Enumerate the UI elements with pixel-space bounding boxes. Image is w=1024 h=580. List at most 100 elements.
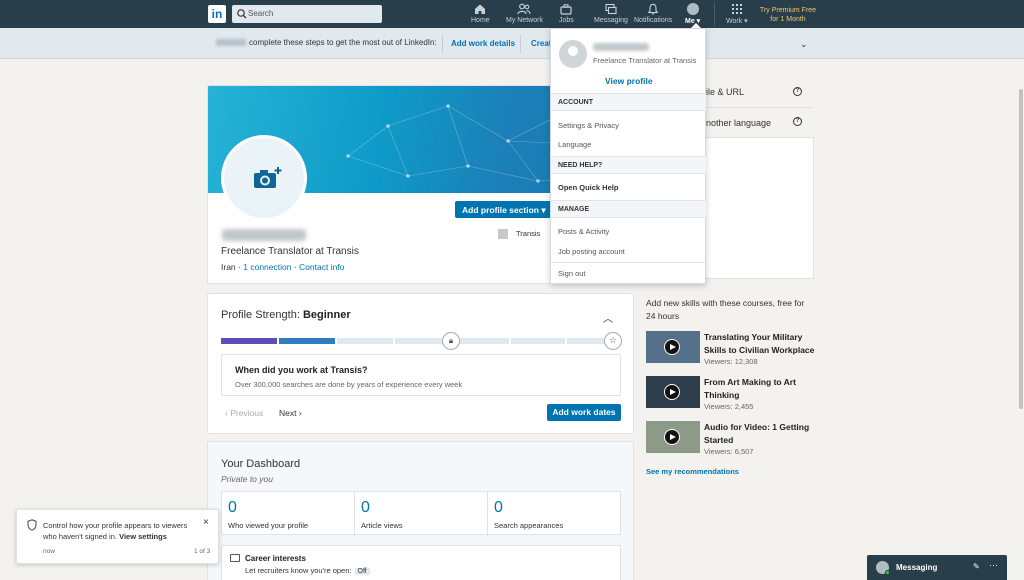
banner-user-name-blurred xyxy=(216,39,246,46)
quick-help-link[interactable]: Open Quick Help xyxy=(558,183,618,192)
nav-notifications[interactable]: Notifications xyxy=(634,3,672,24)
nav-me[interactable]: Me ▾ xyxy=(685,3,700,25)
section-manage: MANAGE xyxy=(551,200,706,218)
camera-icon xyxy=(254,167,282,188)
dashboard-title: Your Dashboard xyxy=(221,458,301,470)
strength-segment xyxy=(453,338,509,344)
contact-info-link[interactable]: Contact info xyxy=(299,262,344,272)
privacy-toast: Control how your profile appears to view… xyxy=(16,509,219,564)
dashboard-stats: 0 Who viewed your profile 0 Article view… xyxy=(221,491,621,536)
stat-search-appearances[interactable]: 0 Search appearances xyxy=(488,492,621,536)
messaging-label: Messaging xyxy=(896,563,938,572)
me-dropdown-menu: Freelance Translator at Transis View pro… xyxy=(550,28,706,284)
course-item[interactable]: From Art Making to Art Thinking Viewers:… xyxy=(646,376,821,412)
next-button[interactable]: Next › xyxy=(279,408,302,418)
dropdown-headline: Freelance Translator at Transis xyxy=(593,56,697,65)
nav-messaging-label: Messaging xyxy=(594,17,628,24)
current-company[interactable]: Transis xyxy=(498,229,540,240)
add-work-details-link[interactable]: Add work details xyxy=(451,39,515,48)
help-icon[interactable]: ? xyxy=(793,87,802,96)
network-icon xyxy=(517,3,532,15)
nav-work-label: Work ▾ xyxy=(726,18,748,25)
premium-link[interactable]: Try Premium Free for 1 Month xyxy=(755,6,821,24)
stat-profile-views[interactable]: 0 Who viewed your profile xyxy=(222,492,355,536)
work-subtext: Over 300,000 searches are done by years … xyxy=(235,380,463,389)
course-thumbnail xyxy=(646,376,700,408)
see-recommendations-link[interactable]: See my recommendations xyxy=(646,467,739,476)
job-posting-link[interactable]: Job posting account xyxy=(558,247,625,256)
stat-value: 0 xyxy=(228,499,237,516)
banner-text: complete these steps to get the most out… xyxy=(249,38,437,47)
work-prompt-box: When did you work at Transis? Over 300,0… xyxy=(221,354,621,396)
linkedin-logo[interactable]: in xyxy=(208,5,226,23)
company-logo xyxy=(498,229,508,240)
nav-my-network-label: My Network xyxy=(506,17,543,24)
sign-out-link[interactable]: Sign out xyxy=(558,269,586,278)
star-icon: ☆ xyxy=(604,332,622,350)
course-viewers: Viewers: 2,455 xyxy=(704,402,754,411)
stat-label: Article views xyxy=(361,521,403,530)
profile-photo-upload[interactable] xyxy=(221,135,307,221)
strength-segment xyxy=(511,338,565,344)
search-input[interactable]: Search xyxy=(232,5,382,23)
posts-activity-link[interactable]: Posts & Activity xyxy=(558,227,609,236)
connections-link[interactable]: 1 connection xyxy=(243,262,291,272)
page-scrollbar[interactable] xyxy=(1018,59,1024,580)
more-icon[interactable]: ··· xyxy=(989,560,998,570)
lock-icon: 🔒︎ xyxy=(442,332,460,350)
view-profile-link[interactable]: View profile xyxy=(605,76,653,86)
course-item[interactable]: Translating Your Military Skills to Civi… xyxy=(646,331,821,367)
online-status-dot xyxy=(885,570,890,575)
settings-privacy-link[interactable]: Settings & Privacy xyxy=(558,121,619,130)
add-language-profile-link[interactable]: nother language xyxy=(706,118,771,128)
grid-icon xyxy=(731,4,742,14)
banner-divider xyxy=(520,35,521,53)
stat-label: Who viewed your profile xyxy=(228,521,309,530)
course-thumbnail xyxy=(646,331,700,363)
nav-my-network[interactable]: My Network xyxy=(506,3,543,24)
briefcase-icon xyxy=(230,554,240,562)
nav-home[interactable]: Home xyxy=(471,3,490,24)
close-icon[interactable]: × xyxy=(203,517,209,528)
top-navbar: in Search Home My Network Jobs Messaging… xyxy=(0,0,1024,28)
banner-divider xyxy=(442,35,443,53)
dropdown-name-blurred xyxy=(593,43,649,51)
messaging-icon xyxy=(605,3,617,15)
edit-public-profile-link[interactable]: ile & URL xyxy=(706,87,744,97)
divider xyxy=(551,262,706,263)
nav-messaging[interactable]: Messaging xyxy=(594,3,628,24)
chevron-up-icon[interactable]: ︿ xyxy=(603,310,613,325)
view-settings-link[interactable]: View settings xyxy=(119,532,167,541)
add-work-dates-button[interactable]: Add work dates xyxy=(547,404,621,421)
nav-work[interactable]: Work ▾ xyxy=(726,3,748,25)
profile-name-blurred xyxy=(222,229,306,241)
courses-heading: Add new skills with these courses, free … xyxy=(646,298,805,321)
compose-icon[interactable]: ✎ xyxy=(973,562,980,571)
play-icon xyxy=(664,339,680,355)
career-interests[interactable]: Career interests Let recruiters know you… xyxy=(221,545,621,580)
strength-segment xyxy=(279,338,335,344)
career-desc: Let recruiters know you're open: Off xyxy=(245,566,370,575)
premium-line1: Try Premium Free xyxy=(759,7,817,14)
nav-jobs[interactable]: Jobs xyxy=(559,3,574,24)
separator-dot: · xyxy=(293,262,297,272)
previous-button[interactable]: ‹ Previous xyxy=(225,408,263,418)
nav-notifications-label: Notifications xyxy=(634,17,673,24)
onboarding-banner: complete these steps to get the most out… xyxy=(0,28,1024,59)
profile-strength-title: Profile Strength: Beginner xyxy=(221,309,351,321)
stat-label: Search appearances xyxy=(494,521,564,530)
course-title: Audio for Video: 1 Getting Started xyxy=(704,422,810,445)
dashboard-subtitle: Private to you xyxy=(221,474,273,484)
help-icon[interactable]: ? xyxy=(793,117,802,126)
chevron-down-icon[interactable]: ⌄ xyxy=(800,39,808,50)
course-item[interactable]: Audio for Video: 1 Getting Started Viewe… xyxy=(646,421,821,457)
toast-time: now xyxy=(43,548,55,555)
bell-icon xyxy=(647,3,659,15)
stat-article-views[interactable]: 0 Article views xyxy=(355,492,488,536)
scrollbar-thumb[interactable] xyxy=(1019,89,1023,409)
language-link[interactable]: Language xyxy=(558,140,591,149)
stat-value: 0 xyxy=(494,499,503,516)
add-profile-section-button[interactable]: Add profile section ▾ xyxy=(455,201,551,218)
messaging-bar[interactable]: Messaging ✎ ··· xyxy=(867,555,1007,580)
avatar xyxy=(559,40,587,68)
